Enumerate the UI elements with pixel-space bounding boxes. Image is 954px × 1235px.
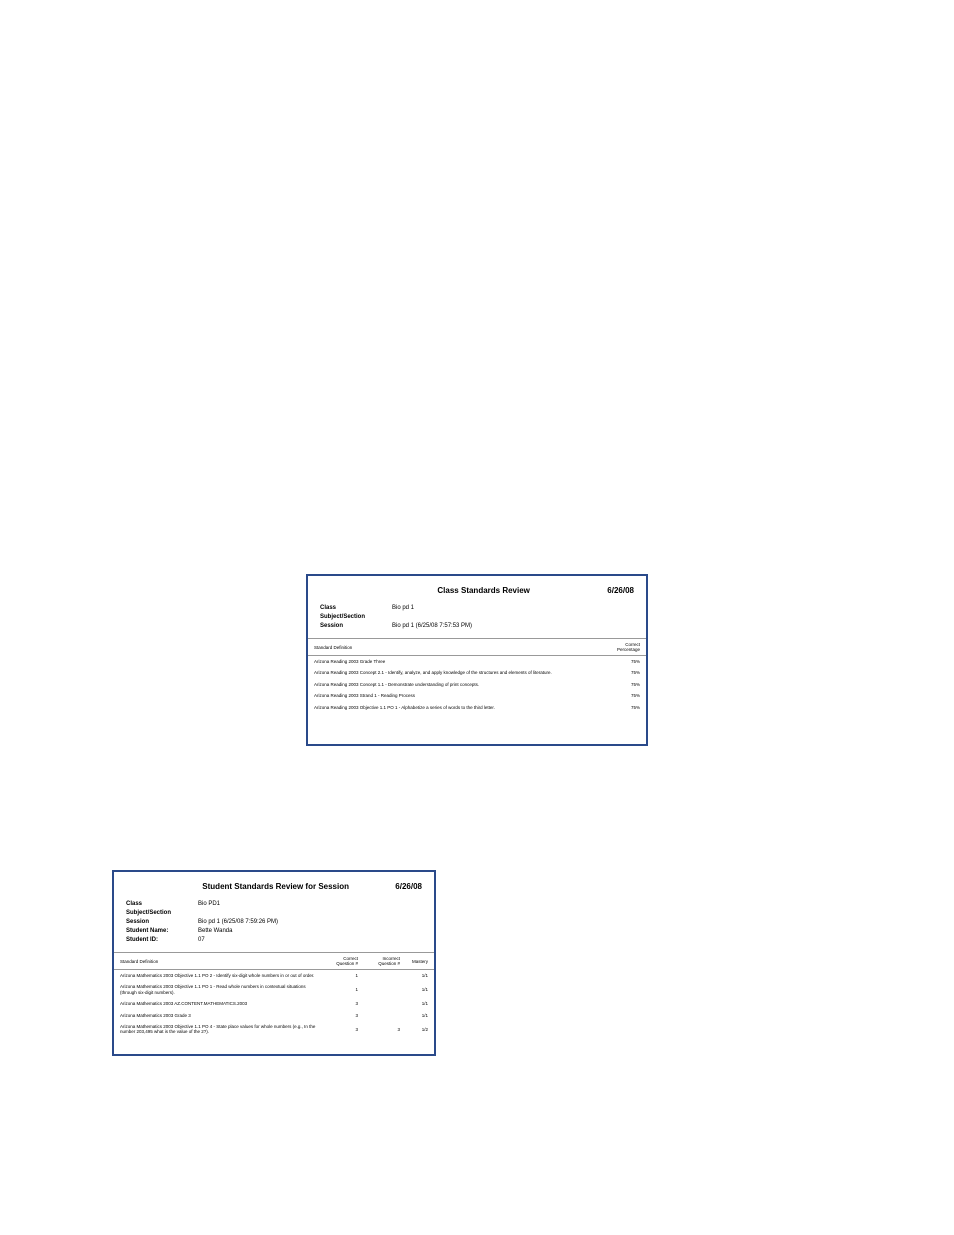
- standards-table: Standard Definition Correct Question # I…: [114, 952, 434, 1038]
- student-name-label: Student Name:: [126, 928, 198, 934]
- table-row: Arizona Reading 2003 Concept 2.1 - Ident…: [308, 667, 646, 678]
- cell-definition: Arizona Mathematics 2003 Grade 3: [114, 1010, 322, 1021]
- class-label: Class: [126, 901, 198, 907]
- report-title: Class Standards Review: [360, 586, 607, 595]
- cell-incorrect: [364, 970, 406, 982]
- standards-table: Standard Definition Correct Percentage A…: [308, 638, 646, 713]
- report-date: 6/26/08: [607, 586, 634, 595]
- table-row: Arizona Mathematics 2003 Grade 33 1/1: [114, 1010, 434, 1021]
- cell-incorrect: [364, 1010, 406, 1021]
- class-label: Class: [320, 605, 392, 611]
- student-id-label: Student ID:: [126, 937, 198, 943]
- cell-percentage: 75%: [596, 656, 646, 668]
- table-row: Arizona Mathematics 2003 AZ.CONTENT.MATH…: [114, 998, 434, 1009]
- table-row: Arizona Reading 2003 Objective 1.1 PO 1 …: [308, 702, 646, 713]
- cell-mastery: 1/1: [406, 981, 434, 998]
- student-name-value: Bette Wanda: [198, 928, 232, 934]
- session-label: Session: [320, 623, 392, 629]
- report-header: Student Standards Review for Session 6/2…: [114, 872, 434, 899]
- cell-percentage: 75%: [596, 702, 646, 713]
- cell-definition: Arizona Reading 2003 Concept 2.1 - Ident…: [308, 667, 596, 678]
- col-percentage: Correct Percentage: [596, 639, 646, 656]
- cell-definition: Arizona Mathematics 2003 Objective 1.1 P…: [114, 981, 322, 998]
- report-meta: Class Bio PD1 Subject/Section Session Bi…: [114, 899, 434, 952]
- subject-label: Subject/Section: [320, 614, 392, 620]
- col-correct: Correct Question #: [322, 953, 364, 970]
- cell-mastery: 1/1: [406, 998, 434, 1009]
- cell-mastery: 1/1: [406, 970, 434, 982]
- cell-incorrect: 3: [364, 1021, 406, 1038]
- cell-percentage: 75%: [596, 690, 646, 701]
- table-row: Arizona Mathematics 2003 Objective 1.1 P…: [114, 970, 434, 982]
- table-row: Arizona Mathematics 2003 Objective 1.1 P…: [114, 981, 434, 998]
- cell-mastery: 1/2: [406, 1021, 434, 1038]
- cell-incorrect: [364, 981, 406, 998]
- report-meta: Class Bio pd 1 Subject/Section Session B…: [308, 603, 646, 638]
- col-definition: Standard Definition: [114, 953, 322, 970]
- cell-definition: Arizona Mathematics 2003 AZ.CONTENT.MATH…: [114, 998, 322, 1009]
- table-row: Arizona Reading 2003 Strand 1 - Reading …: [308, 690, 646, 701]
- session-value: Bio pd 1 (6/25/08 7:59:26 PM): [198, 919, 278, 925]
- report-header: Class Standards Review 6/26/08: [308, 576, 646, 603]
- cell-percentage: 75%: [596, 679, 646, 690]
- table-row: Arizona Mathematics 2003 Objective 1.1 P…: [114, 1021, 434, 1038]
- student-standards-review-report: Student Standards Review for Session 6/2…: [112, 870, 436, 1056]
- student-id-value: 07: [198, 937, 205, 943]
- class-standards-review-report: Class Standards Review 6/26/08 Class Bio…: [306, 574, 648, 746]
- report-date: 6/26/08: [395, 882, 422, 891]
- table-row: Arizona Reading 2003 Concept 1.1 - Demon…: [308, 679, 646, 690]
- cell-correct: 3: [322, 1021, 364, 1038]
- session-value: Bio pd 1 (6/25/08 7:57:53 PM): [392, 623, 472, 629]
- cell-correct: 1: [322, 970, 364, 982]
- cell-correct: 1: [322, 981, 364, 998]
- cell-correct: 3: [322, 998, 364, 1009]
- report-title: Student Standards Review for Session: [156, 882, 395, 891]
- cell-incorrect: [364, 998, 406, 1009]
- cell-definition: Arizona Reading 2003 Objective 1.1 PO 1 …: [308, 702, 596, 713]
- class-value: Bio pd 1: [392, 605, 414, 611]
- cell-definition: Arizona Reading 2003 Strand 1 - Reading …: [308, 690, 596, 701]
- table-row: Arizona Reading 2003 Grade Three75%: [308, 656, 646, 668]
- session-label: Session: [126, 919, 198, 925]
- cell-mastery: 1/1: [406, 1010, 434, 1021]
- col-mastery: Mastery: [406, 953, 434, 970]
- col-incorrect: Incorrect Question #: [364, 953, 406, 970]
- cell-correct: 3: [322, 1010, 364, 1021]
- cell-definition: Arizona Mathematics 2003 Objective 1.1 P…: [114, 970, 322, 982]
- cell-definition: Arizona Reading 2003 Grade Three: [308, 656, 596, 668]
- cell-percentage: 75%: [596, 667, 646, 678]
- class-value: Bio PD1: [198, 901, 220, 907]
- cell-definition: Arizona Mathematics 2003 Objective 1.1 P…: [114, 1021, 322, 1038]
- cell-definition: Arizona Reading 2003 Concept 1.1 - Demon…: [308, 679, 596, 690]
- col-definition: Standard Definition: [308, 639, 596, 656]
- subject-label: Subject/Section: [126, 910, 198, 916]
